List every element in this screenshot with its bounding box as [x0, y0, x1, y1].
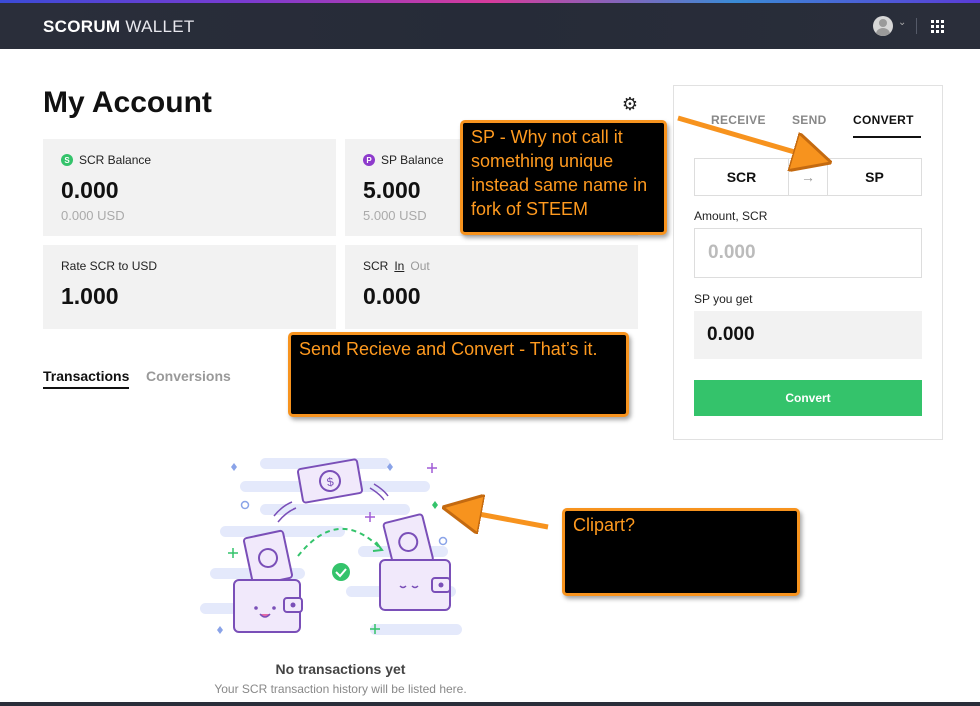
gear-icon[interactable]: ⚙ — [620, 94, 640, 114]
top-bar: SCORUM WALLET ⌄ — [0, 0, 980, 49]
scr-balance-usd: 0.000 USD — [61, 208, 125, 223]
sp-you-get-value: 0.000 — [694, 311, 922, 359]
scr-inout-value: 0.000 — [363, 283, 421, 309]
amount-label: Amount, SCR — [694, 209, 768, 223]
convert-button[interactable]: Convert — [694, 380, 922, 416]
to-currency[interactable]: SP — [828, 159, 921, 195]
tab-receive[interactable]: RECEIVE — [711, 113, 766, 127]
scr-balance-value: 0.000 — [61, 177, 119, 203]
tab-convert[interactable]: CONVERT — [853, 113, 921, 138]
chevron-down-icon[interactable]: ⌄ — [898, 17, 906, 28]
empty-wallets-illustration: $ — [200, 458, 462, 635]
tab-conversions[interactable]: Conversions — [146, 368, 231, 384]
annotation-clipart-note: Clipart? — [562, 508, 800, 596]
sp-you-get-label: SP you get — [694, 292, 753, 306]
scr-inout-card: SCR In Out 0.000 — [345, 245, 638, 329]
rate-value: 1.000 — [61, 283, 119, 309]
conversion-direction: SCR → SP — [694, 158, 922, 196]
sp-balance-usd: 5.000 USD — [363, 208, 427, 223]
scr-coin-icon: S — [61, 154, 73, 166]
sp-balance-value: 5.000 — [363, 177, 421, 203]
bottom-strip — [0, 702, 980, 706]
header-divider — [916, 18, 917, 34]
scr-inout-label: SCR — [363, 259, 389, 273]
from-currency[interactable]: SCR — [695, 159, 788, 195]
logo-bold: SCORUM — [43, 17, 121, 36]
arrow-right-icon[interactable]: → — [788, 159, 828, 195]
empty-state-title: No transactions yet — [275, 661, 406, 677]
tab-transactions[interactable]: Transactions — [43, 368, 130, 389]
in-toggle[interactable]: In — [394, 259, 404, 273]
scr-balance-card: S SCR Balance 0.000 0.000 USD — [43, 139, 336, 236]
scr-balance-label: SCR Balance — [79, 153, 152, 167]
avatar[interactable] — [873, 16, 893, 36]
logo-light: WALLET — [125, 17, 195, 36]
page-title: My Account — [43, 86, 212, 119]
annotation-send-note: Send Recieve and Convert - That’s it. — [288, 332, 629, 417]
app-logo[interactable]: SCORUM WALLET — [43, 17, 195, 37]
tab-send[interactable]: SEND — [792, 113, 827, 127]
convert-panel: RECEIVE SEND CONVERT SCR → SP Amount, SC… — [673, 85, 943, 440]
grid-icon[interactable] — [931, 20, 944, 33]
annotation-sp-note: SP - Why not call it something unique in… — [460, 120, 667, 235]
empty-state-subtitle: Your SCR transaction history will be lis… — [214, 682, 467, 696]
rate-label: Rate SCR to USD — [61, 259, 158, 273]
sp-coin-icon: P — [363, 154, 375, 166]
rate-card: Rate SCR to USD 1.000 — [43, 245, 336, 329]
out-toggle[interactable]: Out — [410, 259, 429, 273]
sp-balance-label: SP Balance — [381, 153, 444, 167]
amount-input[interactable] — [694, 228, 922, 278]
